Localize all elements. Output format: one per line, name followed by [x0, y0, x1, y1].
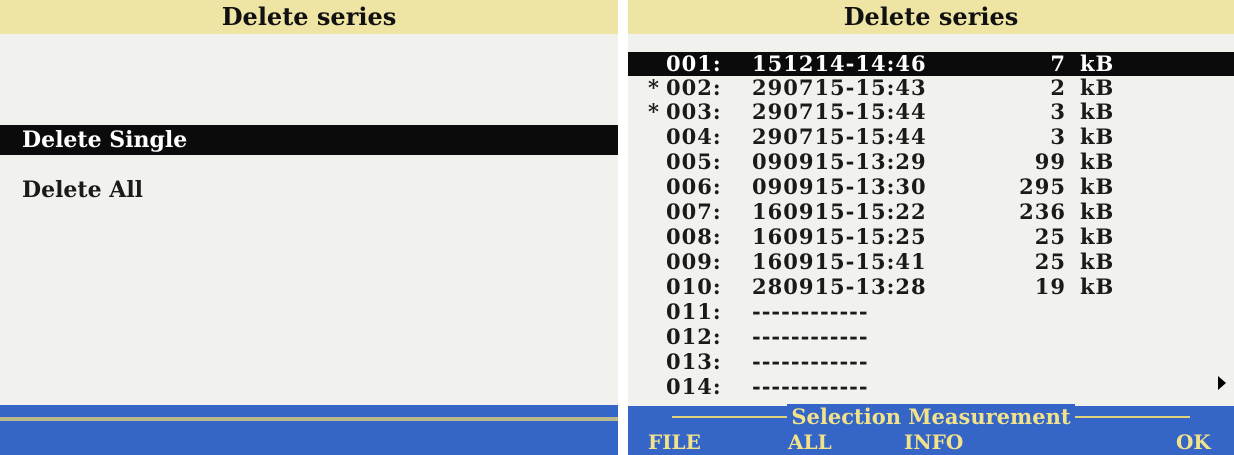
row-size: 25	[1034, 224, 1066, 249]
row-date: 151214-14:46	[752, 51, 927, 76]
row-number: 004:	[666, 124, 722, 149]
row-unit: kB	[1080, 199, 1115, 224]
row-number: 011:	[666, 299, 722, 324]
row-unit: kB	[1080, 99, 1115, 124]
row-size: 3	[1050, 124, 1066, 149]
row-marker: *	[648, 99, 660, 124]
row-number: 006:	[666, 174, 722, 199]
series-row-006[interactable]: 006: 090915-13:30 295 kB	[628, 175, 1234, 198]
row-date: 290715-15:44	[752, 124, 927, 149]
row-date: ------------	[752, 374, 869, 399]
row-unit: kB	[1080, 51, 1115, 76]
series-row-014[interactable]: 014: ------------	[628, 375, 1234, 398]
right-title-bar: Delete series	[628, 0, 1234, 34]
row-size: 99	[1034, 149, 1066, 174]
row-date: 280915-13:28	[752, 274, 927, 299]
row-size: 2	[1050, 75, 1066, 100]
row-number: 001:	[666, 51, 722, 76]
row-number: 014:	[666, 374, 722, 399]
row-size: 295	[1019, 174, 1066, 199]
row-number: 010:	[666, 274, 722, 299]
row-size: 236	[1019, 199, 1066, 224]
menu-item-delete-all[interactable]: Delete All	[0, 175, 618, 205]
menu-item-delete-single[interactable]: Delete Single	[0, 125, 618, 155]
series-row-010[interactable]: 010: 280915-13:28 19 kB	[628, 275, 1234, 298]
series-row-001[interactable]: 001: 151214-14:46 7 kB	[628, 52, 1234, 76]
row-date: ------------	[752, 349, 869, 374]
left-bottom-bar	[0, 405, 618, 455]
row-size: 25	[1034, 249, 1066, 274]
softkey-all-button[interactable]: ALL	[788, 430, 832, 455]
row-unit: kB	[1080, 249, 1115, 274]
row-unit: kB	[1080, 124, 1115, 149]
left-title-bar: Delete series	[0, 0, 618, 34]
row-date: 290715-15:43	[752, 75, 927, 100]
selection-measurement-label: Selection Measurement	[787, 404, 1075, 429]
row-number: 009:	[666, 249, 722, 274]
delete-series-menu-screen: Delete series Delete Single Delete All	[0, 0, 618, 455]
series-row-002[interactable]: * 002: 290715-15:43 2 kB	[628, 76, 1234, 99]
row-unit: kB	[1080, 149, 1115, 174]
row-number: 002:	[666, 75, 722, 100]
series-row-005[interactable]: 005: 090915-13:29 99 kB	[628, 150, 1234, 173]
row-date: 160915-15:41	[752, 249, 927, 274]
row-number: 012:	[666, 324, 722, 349]
series-row-004[interactable]: 004: 290715-15:44 3 kB	[628, 125, 1234, 148]
selection-label-row: Selection Measurement	[628, 404, 1234, 429]
series-row-013[interactable]: 013: ------------	[628, 350, 1234, 373]
row-marker: *	[648, 75, 660, 100]
softkey-ok-button[interactable]: OK	[1176, 430, 1211, 455]
row-date: 160915-15:22	[752, 199, 927, 224]
series-row-011[interactable]: 011: ------------	[628, 300, 1234, 323]
series-row-008[interactable]: 008: 160915-15:25 25 kB	[628, 225, 1234, 248]
selection-label-container: Selection Measurement	[628, 404, 1234, 429]
left-bottom-bar-stripe	[0, 417, 618, 421]
row-unit: kB	[1080, 75, 1115, 100]
row-size: 19	[1034, 274, 1066, 299]
row-unit: kB	[1080, 174, 1115, 199]
right-bottom-bar: Selection Measurement FILE ALL INFO OK	[628, 404, 1234, 455]
row-unit: kB	[1080, 224, 1115, 249]
row-number: 007:	[666, 199, 722, 224]
row-date: 090915-13:29	[752, 149, 927, 174]
row-size: 3	[1050, 99, 1066, 124]
row-number: 013:	[666, 349, 722, 374]
row-number: 003:	[666, 99, 722, 124]
series-row-007[interactable]: 007: 160915-15:22 236 kB	[628, 200, 1234, 223]
row-unit: kB	[1080, 274, 1115, 299]
row-size: 7	[1050, 51, 1066, 76]
softkey-file-button[interactable]: FILE	[648, 430, 701, 455]
series-row-009[interactable]: 009: 160915-15:41 25 kB	[628, 250, 1234, 273]
row-date: 160915-15:25	[752, 224, 927, 249]
delete-series-list-screen: Delete series 001: 151214-14:46 7 kB * 0…	[628, 0, 1234, 455]
row-date: ------------	[752, 299, 869, 324]
row-date: 090915-13:30	[752, 174, 927, 199]
row-number: 008:	[666, 224, 722, 249]
series-row-012[interactable]: 012: ------------	[628, 325, 1234, 348]
row-date: 290715-15:44	[752, 99, 927, 124]
softkey-info-button[interactable]: INFO	[904, 430, 963, 455]
series-row-003[interactable]: * 003: 290715-15:44 3 kB	[628, 100, 1234, 123]
row-date: ------------	[752, 324, 869, 349]
triangle-right-icon[interactable]	[1218, 376, 1226, 390]
row-number: 005:	[666, 149, 722, 174]
